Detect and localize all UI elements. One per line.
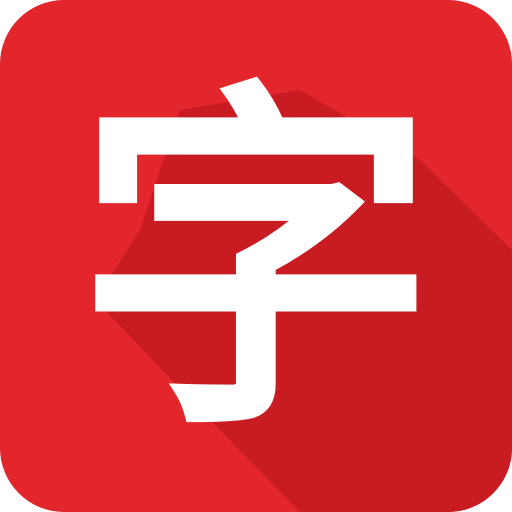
canvas: 字 <box>0 0 512 512</box>
app-icon[interactable]: 字 <box>0 0 512 512</box>
glyph-zi: 字 <box>76 50 436 473</box>
